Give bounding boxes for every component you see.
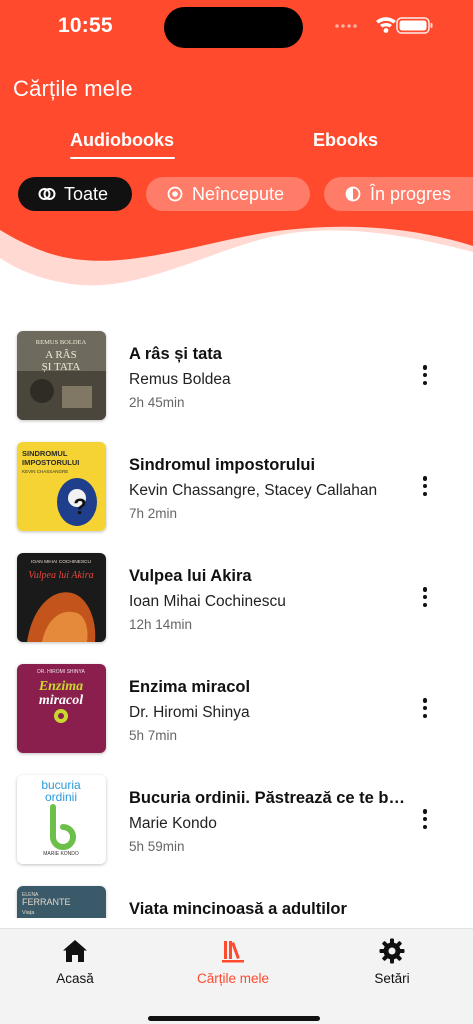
more-options-button[interactable] [414,806,436,832]
cover-text: ordinii [45,790,77,804]
filter-chip-label: În progres [370,183,452,204]
nav-settings[interactable]: Setări [337,937,447,997]
more-options-button[interactable] [414,584,436,610]
book-title: Enzima miracol [129,678,251,696]
svg-text:?: ? [73,494,86,519]
radio-dot-icon [166,185,184,203]
book-author: Ioan Mihai Cochinescu [129,593,286,610]
nav-my-books[interactable]: Cărțile mele [178,937,288,997]
home-indicator [148,1016,320,1021]
book-author: Remus Boldea [129,371,231,388]
status-icons [335,17,433,34]
book-list: REMUS BOLDEA A RÂS ȘI TATA A râs și tata… [0,320,473,918]
tab-audiobooks[interactable]: Audiobooks [70,130,174,160]
filter-chip-all[interactable]: Toate [18,177,132,211]
half-circle-icon [344,185,362,203]
battery-icon [396,17,433,34]
cover-text: IOAN MIHAI COCHINESCU [31,559,92,565]
book-cover: IOAN MIHAI COCHINESCU Vulpea lui Akira [17,553,106,642]
status-bar: 10:55 [0,0,473,54]
book-title: A râs și tata [129,345,222,363]
book-duration: 12h 14min [129,617,193,632]
cover-text: Vulpea lui Akira [28,570,93,581]
cover-text: MARIE KONDO [43,851,79,857]
book-cover: ? SINDROMUL IMPOSTORULUI KEVIN CHASSANGR… [17,442,106,531]
more-options-button[interactable] [414,362,436,388]
book-duration: 5h 59min [129,839,185,854]
cover-text: miracol [39,693,83,708]
cover-text: Viața [22,910,35,916]
book-duration: 7h 2min [129,506,178,521]
dynamic-island [164,7,303,48]
book-list-item[interactable]: bucuria ordinii MARIE KONDO Bucuria ordi… [0,764,473,875]
status-time: 10:55 [58,14,113,37]
book-cover: ELENA FERRANTE Viața [17,886,106,918]
book-author: Dr. Hiromi Shinya [129,704,250,721]
cover-text: REMUS BOLDEA [36,339,87,346]
cover-text: Enzima [38,679,83,694]
tab-ebooks[interactable]: Ebooks [313,130,378,160]
active-tab-indicator [70,157,175,159]
home-icon [63,940,87,962]
nav-label: Setări [374,971,410,986]
book-author: Marie Kondo [129,815,217,832]
filter-chip-label: Neîncepute [192,183,285,204]
gear-icon [379,938,405,964]
book-list-item[interactable]: DR. HIROMI SHINYA Enzima miracol Enzima … [0,653,473,764]
book-duration: 5h 7min [129,728,178,743]
nav-label: Acasă [56,971,94,986]
header: 10:55 Cărțile mele Audiobooks Ebooks Toa… [0,0,473,300]
book-cover: REMUS BOLDEA A RÂS ȘI TATA [17,331,106,420]
book-list-item[interactable]: ELENA FERRANTE Viața Viata mincinoasă a … [0,875,473,918]
wifi-icon [376,17,396,33]
bottom-navigation: Acasă Cărțile mele Setări [0,928,473,1024]
filter-chips: Toate Neîncepute În progres [18,177,473,211]
more-options-button[interactable] [414,695,436,721]
page-title: Cărțile mele [13,76,133,101]
book-duration: 2h 45min [129,395,185,410]
cover-text: KEVIN CHASSANGRE [22,469,68,474]
cover-text: SINDROMUL [22,449,68,458]
book-title: Bucuria ordinii. Păstrează ce te bucură [129,789,414,807]
cover-text: IMPOSTORULUI [22,458,79,467]
filter-chip-in-progress[interactable]: În progres [324,177,473,211]
book-cover: bucuria ordinii MARIE KONDO [17,775,106,864]
infinity-icon [38,185,56,203]
book-cover: DR. HIROMI SHINYA Enzima miracol [17,664,106,753]
cover-text: A RÂS [45,349,77,361]
book-title: Viata mincinoasă a adultilor [129,900,347,918]
book-list-item[interactable]: REMUS BOLDEA A RÂS ȘI TATA A râs și tata… [0,320,473,431]
book-title: Vulpea lui Akira [129,567,252,585]
filter-chip-label: Toate [64,183,109,204]
book-list-item[interactable]: IOAN MIHAI COCHINESCU Vulpea lui Akira V… [0,542,473,653]
nav-home[interactable]: Acasă [20,937,130,997]
more-options-button[interactable] [414,473,436,499]
book-title: Sindromul impostorului [129,456,316,474]
filter-chip-unstarted[interactable]: Neîncepute [146,177,310,211]
library-icon [222,941,244,963]
signal-icon [335,24,357,28]
tab-bar: Audiobooks Ebooks [0,130,473,162]
nav-label: Cărțile mele [196,971,270,986]
cover-text: ȘI TATA [42,361,81,373]
cover-text: DR. HIROMI SHINYA [37,669,85,675]
book-author: Kevin Chassangre, Stacey Callahan [129,482,378,499]
book-list-item[interactable]: ? SINDROMUL IMPOSTORULUI KEVIN CHASSANGR… [0,431,473,542]
cover-text: FERRANTE [22,897,71,907]
